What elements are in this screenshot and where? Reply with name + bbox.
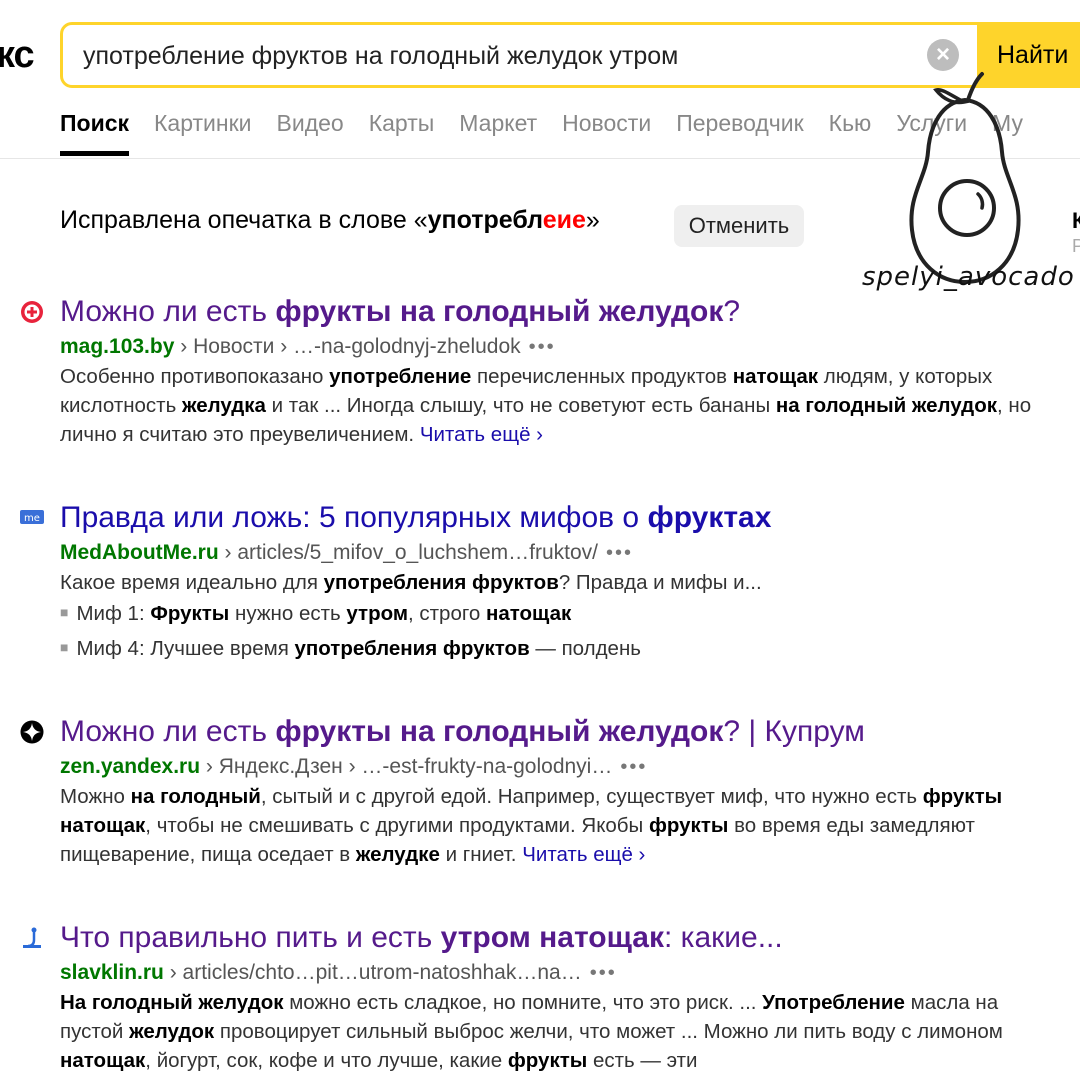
result-title[interactable]: Что правильно пить и есть утром натощак:…: [60, 920, 1060, 956]
103by-favicon-icon: [21, 301, 43, 323]
clear-icon[interactable]: ×: [927, 39, 959, 71]
more-options-icon[interactable]: •••: [606, 542, 633, 564]
corrected-word[interactable]: употреблеие: [428, 206, 586, 234]
more-options-icon[interactable]: •••: [529, 336, 556, 358]
sidebar-fragment-2: Р: [1072, 236, 1080, 256]
search-result: Что правильно пить и есть утром натощак:…: [23, 920, 1060, 1075]
slavklin-favicon-icon: [23, 927, 41, 948]
result-url[interactable]: mag.103.by › Новости › …-na-golodnyj-zhe…: [60, 332, 1060, 362]
result-url[interactable]: zen.yandex.ru › Яндекс.Дзен › …-est-fruk…: [60, 752, 1060, 782]
tab-search[interactable]: Поиск: [60, 108, 130, 156]
result-snippet: Какое время идеально для употребления фр…: [60, 571, 762, 594]
spelling-correction: Исправлена опечатка в слове «употреблеие…: [60, 206, 600, 234]
result-bullet[interactable]: ■ Миф 1: Фрукты нужно есть утром, строго …: [60, 597, 1060, 632]
result-url[interactable]: slavklin.ru › articles/chto…pit…utrom-na…: [60, 958, 1060, 988]
watermark-text: spelyi_avocado: [862, 262, 1075, 292]
svg-text:me: me: [24, 513, 40, 524]
tab-news[interactable]: Новости: [562, 108, 651, 156]
tab-maps[interactable]: Карты: [369, 108, 435, 156]
result-title[interactable]: Правда или ложь: 5 популярных мифов о фр…: [60, 500, 1060, 536]
more-options-icon[interactable]: •••: [620, 756, 647, 778]
sidebar-fragment: К: [1072, 208, 1080, 233]
search-result: Можно ли есть фрукты на голодный желудок…: [21, 294, 1060, 449]
zen-favicon-icon: [20, 720, 44, 744]
bullet-icon: ■: [60, 639, 69, 655]
result-snippet: Можно на голодный, сытый и с другой едой…: [60, 785, 1003, 866]
correction-text: Исправлена опечатка в слове «: [60, 206, 428, 234]
result-snippet: Особенно противопоказано употребление пе…: [60, 365, 1032, 446]
bullet-icon: ■: [60, 604, 69, 620]
tab-market[interactable]: Маркет: [459, 108, 537, 156]
more-options-icon[interactable]: •••: [590, 962, 617, 984]
result-bullet[interactable]: ■ Миф 4: Лучшее время употребления фрукто…: [60, 632, 1060, 667]
read-more-link[interactable]: Читать ещё ›: [420, 423, 543, 446]
search-result: Можно ли есть фрукты на голодный желудок…: [20, 714, 1060, 869]
logo-fragment[interactable]: кс: [0, 34, 35, 77]
cancel-correction-button[interactable]: Отменить: [674, 205, 804, 247]
result-url[interactable]: MedAboutMe.ru › articles/5_mifov_o_luchs…: [60, 538, 1060, 568]
search-input[interactable]: употребление фруктов на голодный желудок…: [83, 25, 678, 85]
read-more-link[interactable]: Читать ещё ›: [522, 843, 645, 866]
result-snippet: На голодный желудок можно есть сладкое, …: [60, 991, 1003, 1072]
tab-translator[interactable]: Переводчик: [676, 108, 803, 156]
tab-video[interactable]: Видео: [277, 108, 344, 156]
medaboutme-favicon-icon: me: [20, 510, 44, 524]
search-result: me Правда или ложь: 5 популярных мифов о…: [20, 500, 1060, 667]
result-title[interactable]: Можно ли есть фрукты на голодный желудок…: [60, 714, 1060, 750]
tab-images[interactable]: Картинки: [154, 108, 251, 156]
